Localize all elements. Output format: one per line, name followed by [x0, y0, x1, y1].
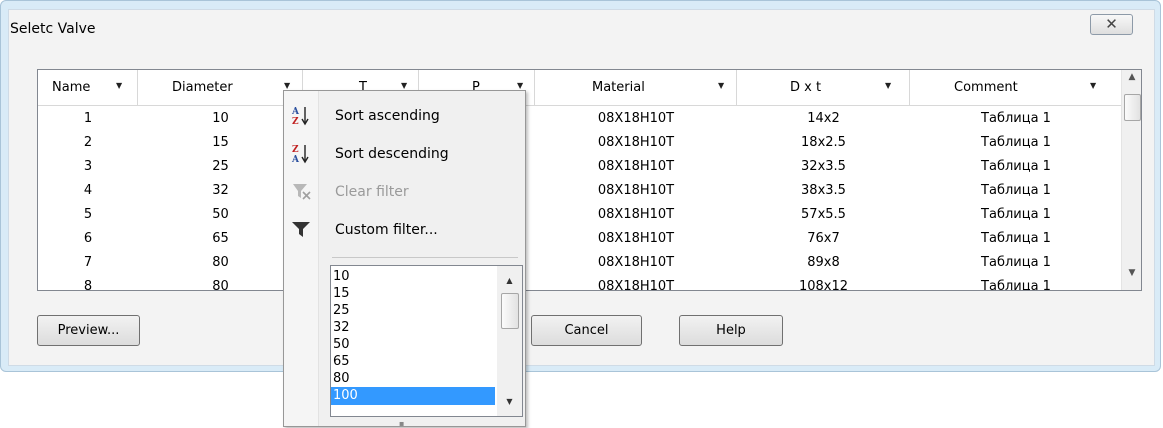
svg-text:A: A [291, 107, 300, 117]
list-item[interactable]: 10 [331, 268, 495, 285]
column-filter-menu: A Z Sort ascending Z A Sort descending C… [283, 90, 526, 428]
chevron-down-icon[interactable]: ▼ [284, 81, 290, 90]
chevron-down-icon[interactable]: ▼ [116, 81, 122, 90]
menu-item-clear-filter[interactable]: Clear filter [284, 173, 525, 211]
sort-ascending-icon: A Z [291, 107, 309, 127]
scroll-thumb[interactable] [1124, 94, 1141, 121]
menu-separator [332, 257, 518, 258]
list-item[interactable]: 50 [331, 336, 495, 353]
menu-item-sort-descending[interactable]: Z A Sort descending [284, 135, 525, 173]
list-item-selected[interactable]: 100 [331, 387, 495, 405]
table-row[interactable]: 1 10 08X18H10T 14x2 Таблица 1 [38, 107, 1122, 131]
svg-text:Z: Z [292, 145, 299, 155]
table-row[interactable]: 3 25 08X18H10T 32x3.5 Таблица 1 [38, 155, 1122, 179]
menu-item-sort-ascending[interactable]: A Z Sort ascending [284, 97, 525, 135]
table-row[interactable]: 5 50 08X18H10T 57x5.5 Таблица 1 [38, 203, 1122, 227]
column-header-dxt[interactable]: D x t ▼ [737, 70, 910, 106]
list-item[interactable]: 15 [331, 285, 495, 302]
close-icon: ✕ [1105, 15, 1118, 33]
window-title: Seletc Valve [10, 21, 96, 37]
scroll-up-icon[interactable]: ▲ [1122, 72, 1141, 82]
chevron-down-icon[interactable]: ▼ [885, 81, 891, 90]
svg-text:A: A [291, 155, 300, 165]
filter-values-list[interactable]: 10 15 25 32 50 65 80 100 ▲ ▼ [330, 265, 523, 417]
list-item[interactable]: 65 [331, 353, 495, 370]
close-button[interactable]: ✕ [1090, 14, 1133, 35]
dialog-window: Seletc Valve ✕ Name ▼ Diameter ▼ T ▼ P ▼… [0, 0, 1161, 372]
table-row[interactable]: 2 15 08X18H10T 18x2.5 Таблица 1 [38, 131, 1122, 155]
clear-filter-icon [293, 184, 311, 200]
scroll-up-icon[interactable]: ▲ [497, 276, 522, 285]
cancel-button[interactable]: Cancel [531, 315, 642, 346]
table-row[interactable]: 6 65 08X18H10T 76x7 Таблица 1 [38, 227, 1122, 251]
scroll-down-icon[interactable]: ▼ [1122, 268, 1141, 278]
list-item[interactable]: 80 [331, 370, 495, 387]
column-header-comment[interactable]: Comment ▼ [910, 70, 1122, 106]
menu-item-custom-filter[interactable]: Custom filter... [284, 211, 525, 249]
chevron-down-icon[interactable]: ▼ [401, 81, 407, 90]
svg-text:Z: Z [292, 117, 299, 127]
scroll-thumb[interactable] [501, 293, 519, 329]
table-row[interactable]: 7 80 08X18H10T 89x8 Таблица 1 [38, 251, 1122, 275]
list-scrollbar[interactable]: ▲ ▼ [497, 266, 522, 416]
table-header: Name ▼ Diameter ▼ T ▼ P ▼ Material ▼ D x… [38, 70, 1122, 106]
valve-table: Name ▼ Diameter ▼ T ▼ P ▼ Material ▼ D x… [37, 69, 1142, 291]
chevron-down-icon[interactable]: ▼ [718, 81, 724, 90]
sort-descending-icon: Z A [291, 145, 309, 165]
table-row[interactable]: 4 32 08X18H10T 38x3.5 Таблица 1 [38, 179, 1122, 203]
table-scrollbar[interactable]: ▲ ▼ [1121, 70, 1141, 290]
filter-icon [292, 222, 310, 237]
column-header-material[interactable]: Material ▼ [535, 70, 737, 106]
scroll-down-icon[interactable]: ▼ [497, 397, 522, 406]
chevron-down-icon[interactable]: ▼ [517, 81, 523, 90]
table-row[interactable]: 8 80 08X18H10T 108x12 Таблица 1 [38, 275, 1122, 290]
column-header-name[interactable]: Name ▼ [38, 70, 138, 106]
help-button[interactable]: Help [679, 315, 783, 346]
column-header-diameter[interactable]: Diameter ▼ [138, 70, 303, 106]
preview-button[interactable]: Preview... [37, 315, 140, 346]
list-item[interactable]: 32 [331, 319, 495, 336]
list-item[interactable]: 25 [331, 302, 495, 319]
chevron-down-icon[interactable]: ▼ [1090, 81, 1096, 90]
